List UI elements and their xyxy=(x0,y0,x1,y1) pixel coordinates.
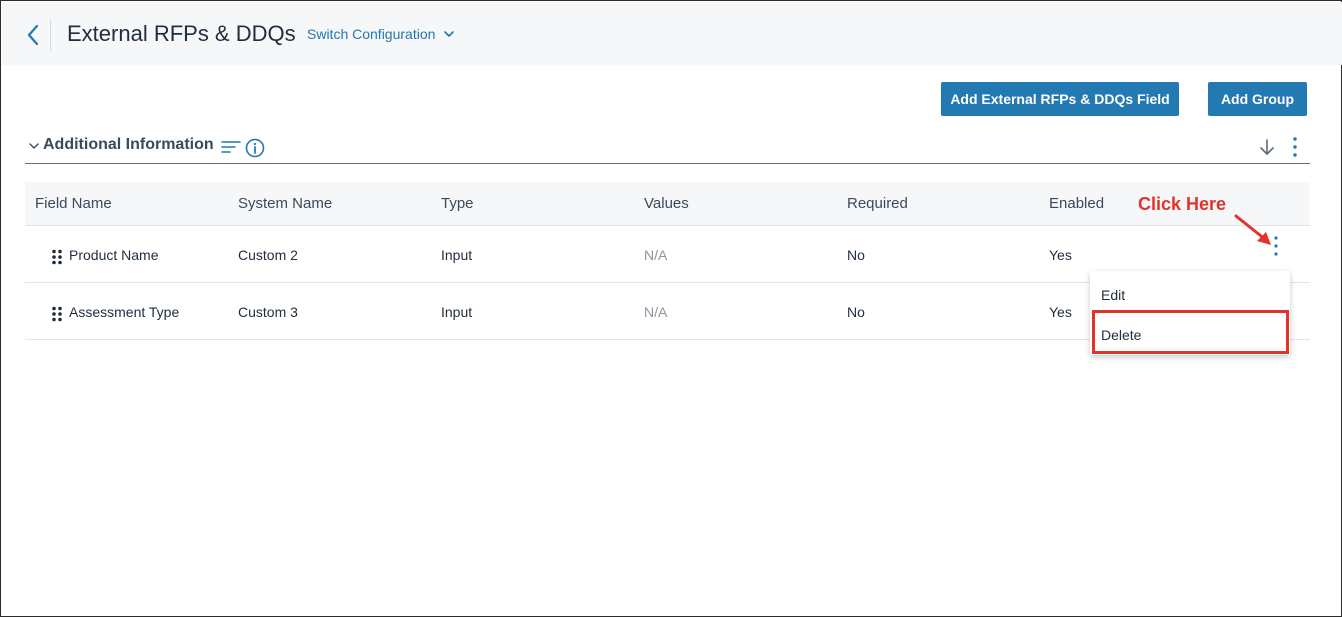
required-cell: No xyxy=(847,304,865,320)
drag-handle-icon[interactable] xyxy=(51,306,63,322)
more-vertical-icon[interactable] xyxy=(1289,136,1301,158)
column-header[interactable]: System Name xyxy=(238,195,332,212)
enabled-cell: Yes xyxy=(1049,247,1072,263)
collapse-chevron-icon[interactable] xyxy=(29,142,39,150)
app-window: External RFPs & DDQs Switch Configuratio… xyxy=(0,0,1342,617)
enabled-cell: Yes xyxy=(1049,304,1072,320)
column-header[interactable]: Field Name xyxy=(35,195,112,212)
page-title: External RFPs & DDQs xyxy=(67,21,296,46)
column-header[interactable]: Enabled xyxy=(1049,195,1104,212)
switch-configuration-dropdown[interactable]: Switch Configuration xyxy=(307,26,455,42)
group-title: Additional Information xyxy=(43,136,214,153)
annotation-label: Click Here xyxy=(1138,194,1227,214)
column-header[interactable]: Type xyxy=(441,195,474,212)
column-header[interactable]: Values xyxy=(644,195,689,212)
type-cell: Input xyxy=(441,247,473,263)
table-header: Field Name System Name Type Values Requi… xyxy=(25,182,1310,226)
divider xyxy=(50,19,51,51)
values-cell: N/A xyxy=(644,247,668,263)
column-header[interactable]: Required xyxy=(847,195,908,212)
sort-lines-icon[interactable] xyxy=(221,139,241,155)
chevron-left-icon[interactable] xyxy=(24,22,44,48)
annotation-arrow-icon xyxy=(1234,214,1271,245)
row-actions-menu: Edit Delete xyxy=(1090,271,1290,355)
top-bar: External RFPs & DDQs Switch Configuratio… xyxy=(2,2,1342,65)
system-name-cell: Custom 2 xyxy=(238,247,298,263)
add-field-button[interactable]: Add External RFPs & DDQs Field xyxy=(941,82,1179,116)
switch-configuration-label: Switch Configuration xyxy=(307,26,436,42)
add-group-button[interactable]: Add Group xyxy=(1208,82,1307,116)
delete-menu-item[interactable]: Delete xyxy=(1090,312,1290,352)
type-cell: Input xyxy=(441,304,473,320)
field-name-cell: Product Name xyxy=(69,247,159,263)
required-cell: No xyxy=(847,247,865,263)
drag-handle-icon[interactable] xyxy=(51,249,63,265)
info-icon[interactable] xyxy=(245,138,265,158)
arrow-down-icon[interactable] xyxy=(1258,138,1276,156)
system-name-cell: Custom 3 xyxy=(238,304,298,320)
chevron-down-icon xyxy=(444,31,455,37)
group-header: Additional Information xyxy=(25,133,1310,164)
field-name-cell: Assessment Type xyxy=(69,304,180,320)
values-cell: N/A xyxy=(644,304,668,320)
edit-menu-item[interactable]: Edit xyxy=(1090,273,1290,313)
